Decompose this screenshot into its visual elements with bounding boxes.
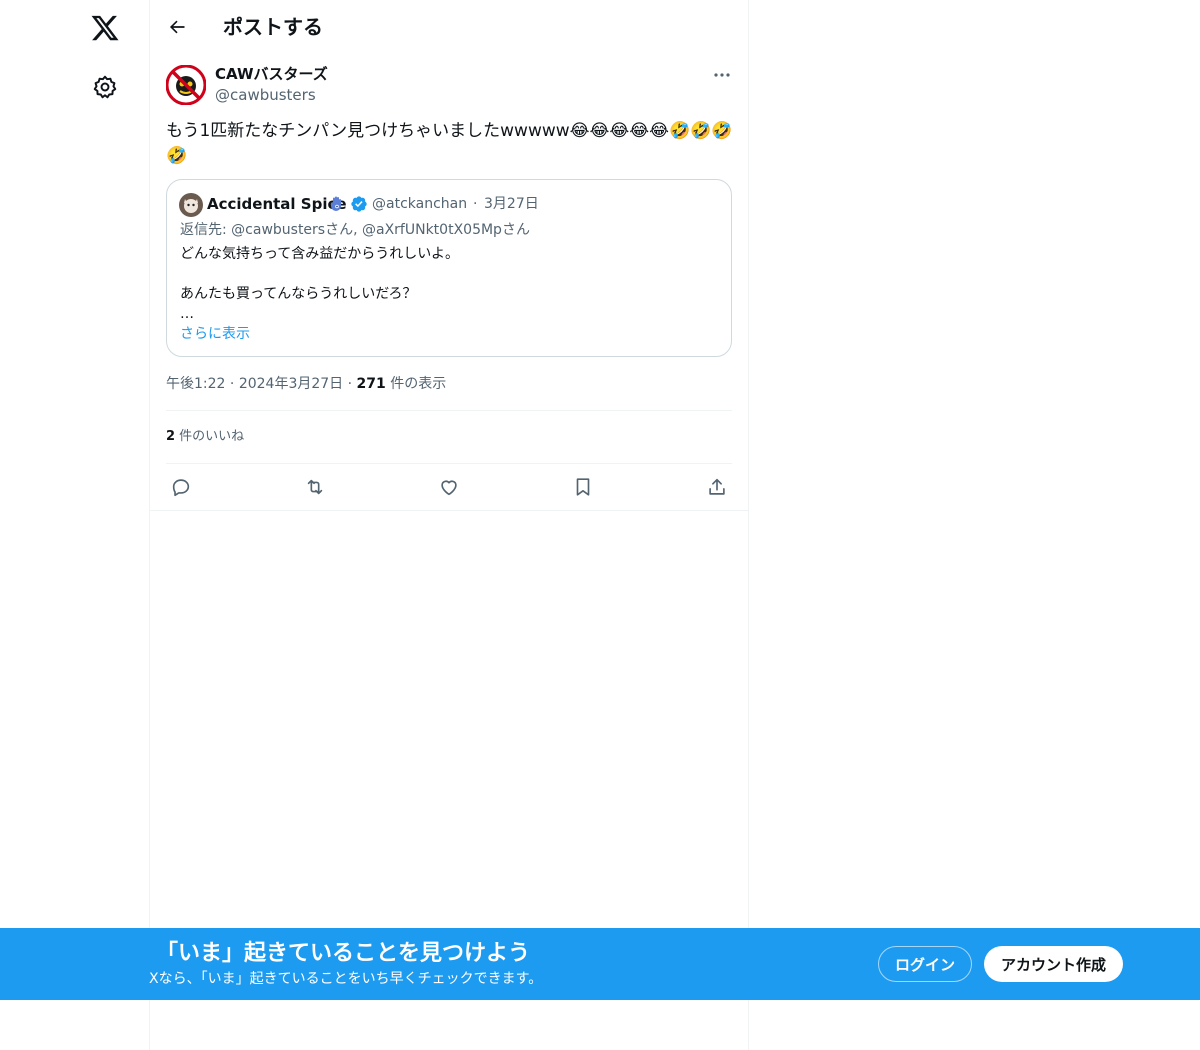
- banner-subtitle: Xなら、「いま」起きていることをいち早くチェックできます。: [149, 971, 543, 987]
- hamsa-emoji-icon: [328, 195, 346, 213]
- back-arrow-icon[interactable]: [164, 14, 190, 40]
- separator: ·: [347, 376, 353, 392]
- main-column: ポストする CAWバスターズ @cawbusters もう1匹新たなチンパン見つ…: [149, 0, 749, 1050]
- settings-icon[interactable]: [92, 74, 118, 100]
- banner-title: 「いま」起きていることを見つけよう: [156, 941, 531, 966]
- likes-count: 2: [166, 429, 176, 444]
- verified-icon: [350, 195, 368, 213]
- views-count: 271: [356, 376, 386, 392]
- like-icon[interactable]: [436, 474, 462, 500]
- left-rail: [0, 0, 150, 1050]
- share-icon[interactable]: [704, 474, 730, 500]
- more-icon[interactable]: [710, 65, 734, 85]
- reply-icon[interactable]: [168, 474, 194, 500]
- post-text: もう1匹新たなチンパン見つけちゃいましたwwwww😂😂😂😂😂🤣🤣🤣🤣: [166, 121, 733, 166]
- views-label: 件の表示: [385, 376, 447, 392]
- avatar[interactable]: [165, 64, 207, 106]
- quoted-post-date: 3月27日: [484, 196, 539, 212]
- show-more-link[interactable]: さらに表示: [180, 324, 250, 344]
- likes-label: 件のいいね: [175, 429, 245, 444]
- quoted-ellipsis: …: [180, 306, 194, 322]
- signup-banner: 「いま」起きていることを見つけよう Xなら、「いま」起きていることをいち早くチェ…: [0, 928, 1200, 1000]
- create-account-button[interactable]: アカウント作成: [984, 946, 1123, 982]
- divider: [166, 410, 732, 411]
- avatar: [179, 193, 203, 217]
- post-date[interactable]: 2024年3月27日: [239, 376, 343, 392]
- separator: ·: [229, 376, 235, 392]
- quoted-post[interactable]: Accidental Spice @atckanchan · 3月27日 返信先…: [166, 179, 732, 357]
- repost-icon[interactable]: [302, 474, 328, 500]
- reply-to-text: 返信先: @cawbustersさん, @aXrfUNkt0tX05Mpさん: [180, 222, 530, 238]
- post-author: CAWバスターズ @cawbusters: [165, 63, 734, 107]
- login-button[interactable]: ログイン: [878, 946, 972, 982]
- quoted-post-text: どんな気持ちって含み益だからうれしいよ。 あんたも買ってんならうれしいだろ？ …: [180, 244, 720, 324]
- page-title: ポストする: [223, 15, 323, 39]
- post-meta: 午後1:22 · 2024年3月27日 · 271 件の表示: [166, 374, 446, 394]
- divider: [166, 463, 732, 464]
- x-logo-icon[interactable]: [90, 13, 120, 43]
- likes-summary[interactable]: 2 件のいいね: [166, 428, 244, 446]
- quoted-line-1: どんな気持ちって含み益だからうれしいよ。: [180, 246, 460, 262]
- action-bar: [166, 474, 732, 500]
- bookmark-icon[interactable]: [570, 474, 596, 500]
- quoted-line-2: あんたも買ってんならうれしいだろ？: [180, 286, 417, 302]
- separator: ·: [473, 196, 478, 212]
- divider: [150, 510, 748, 511]
- post-time[interactable]: 午後1:22: [166, 376, 225, 392]
- quoted-author-handle: @atckanchan: [372, 196, 468, 212]
- author-name[interactable]: CAWバスターズ: [215, 64, 328, 84]
- author-handle[interactable]: @cawbusters: [215, 85, 316, 105]
- page-header: ポストする: [150, 0, 748, 53]
- quoted-author-name: Accidental Spice: [207, 195, 347, 213]
